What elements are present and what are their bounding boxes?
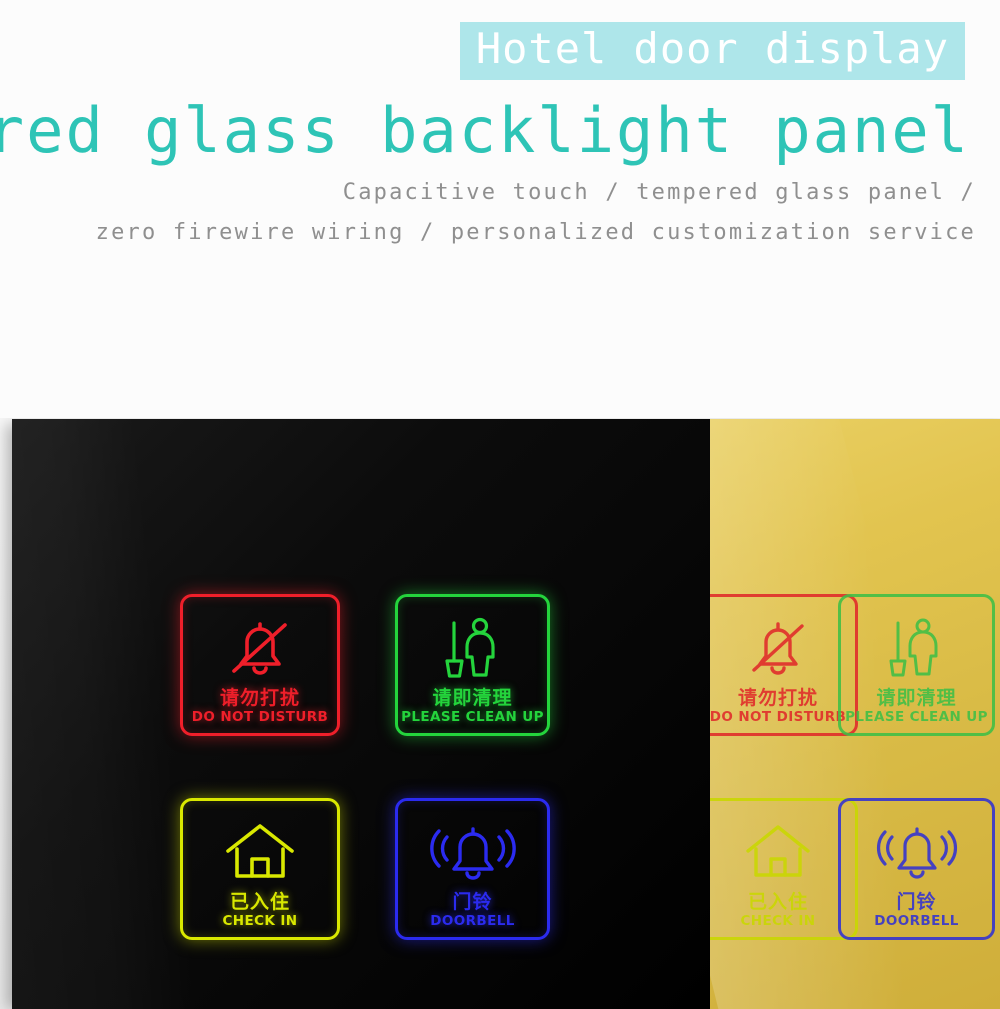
gold-button-do-not-disturb[interactable]: 请勿打扰 DO NOT DISTURB bbox=[698, 594, 858, 736]
house-icon bbox=[701, 801, 855, 892]
subtitle-line-1: Capacitive touch / tempered glass panel … bbox=[342, 180, 976, 205]
gold-button-please-clean-up[interactable]: 请即清理 PLEASE CLEAN UP bbox=[838, 594, 995, 736]
checkin-label-cn: 已入住 bbox=[229, 891, 290, 914]
badge-title-box: Hotel door display bbox=[459, 22, 965, 80]
dnd-label-en: DO NOT DISTURB bbox=[191, 709, 329, 726]
gold-button-check-in[interactable]: 已入住 CHECK IN bbox=[698, 798, 858, 940]
gold-dnd-label-cn: 请勿打扰 bbox=[737, 687, 818, 710]
button-doorbell[interactable]: 门铃 DOORBELL bbox=[395, 798, 550, 940]
clean-label-cn: 请即清理 bbox=[432, 687, 513, 710]
gold-doorbell-label-cn: 门铃 bbox=[896, 891, 937, 914]
doorbell-label-en: DOORBELL bbox=[430, 913, 515, 930]
crossed-bell-icon bbox=[183, 597, 337, 688]
badge-title-text: Hotel door display bbox=[475, 24, 949, 73]
dnd-label-cn: 请勿打扰 bbox=[219, 687, 300, 710]
subtitle-line-2: zero firewire wiring / personalized cust… bbox=[95, 220, 976, 245]
button-check-in[interactable]: 已入住 CHECK IN bbox=[180, 798, 340, 940]
gold-clean-label-en: PLEASE CLEAN UP bbox=[845, 709, 988, 726]
header-section: Hotel door display Tempered glass backli… bbox=[0, 0, 1000, 418]
black-panel-surface bbox=[12, 419, 710, 1009]
product-banner-page: Hotel door display Tempered glass backli… bbox=[0, 0, 1000, 1009]
maid-with-broom-icon bbox=[398, 597, 547, 688]
checkin-label-en: CHECK IN bbox=[222, 913, 298, 930]
maid-with-broom-icon bbox=[841, 597, 992, 688]
gold-button-doorbell[interactable]: 门铃 DOORBELL bbox=[838, 798, 995, 940]
gold-checkin-label-en: CHECK IN bbox=[740, 913, 816, 930]
house-icon bbox=[183, 801, 337, 892]
clean-label-en: PLEASE CLEAN UP bbox=[401, 709, 544, 726]
page-title: Tempered glass backlight panel bbox=[0, 94, 970, 167]
crossed-bell-icon bbox=[701, 597, 855, 688]
gold-checkin-label-cn: 已入住 bbox=[747, 891, 808, 914]
gold-dnd-label-en: DO NOT DISTURB bbox=[709, 709, 847, 726]
button-do-not-disturb[interactable]: 请勿打扰 DO NOT DISTURB bbox=[180, 594, 340, 736]
ringing-bell-icon bbox=[398, 801, 547, 892]
gold-clean-label-cn: 请即清理 bbox=[876, 687, 957, 710]
button-please-clean-up[interactable]: 请即清理 PLEASE CLEAN UP bbox=[395, 594, 550, 736]
gold-doorbell-label-en: DOORBELL bbox=[874, 913, 959, 930]
doorbell-label-cn: 门铃 bbox=[452, 891, 493, 914]
ringing-bell-icon bbox=[841, 801, 992, 892]
